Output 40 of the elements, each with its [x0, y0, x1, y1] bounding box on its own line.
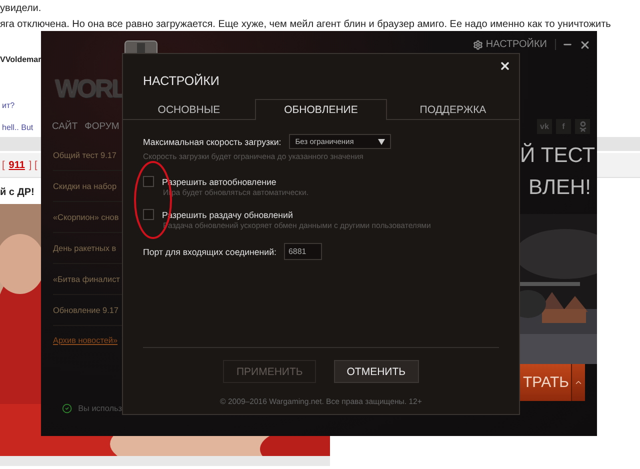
nav-link[interactable]: САЙТ [52, 121, 78, 132]
close-button[interactable] [499, 60, 511, 72]
checkbox[interactable] [143, 209, 154, 220]
person-icon[interactable] [575, 119, 590, 134]
pager-bracket: ] [ [28, 160, 38, 170]
page-link[interactable]: 911 [8, 160, 25, 170]
post-text: яга отключена. Но она все равно загружается. Еще хуже, чем мейл агент блин и браузер амиго. Ее надо именно как то уничтожить [0, 18, 611, 32]
banner-heading: Й ТЕСТ [520, 142, 596, 169]
social-link[interactable]: vk [537, 119, 552, 134]
nav-link[interactable]: ФОРУМ [84, 121, 120, 132]
close-icon [579, 38, 591, 50]
archive-link[interactable]: Архив новостей» [53, 336, 122, 345]
caret-icon [378, 138, 386, 144]
check-icon [62, 401, 72, 416]
tab[interactable]: ОБНОВЛЕНИЕ [255, 99, 387, 120]
post-snippet: ит? [2, 100, 15, 111]
field-label: Максимальная скорость загрузки: [143, 136, 282, 146]
status-text: Вы использ [78, 404, 122, 413]
caret-button[interactable] [571, 364, 585, 401]
post-text: увидели. [0, 2, 42, 16]
social-link[interactable]: f [556, 119, 571, 134]
play-button[interactable]: ТРАТЬ [520, 364, 571, 401]
settings-icon [472, 40, 483, 50]
logo-text: WORL [55, 75, 126, 104]
tab[interactable]: ОСНОВНЫЕ [123, 99, 255, 119]
dialog-title: НАСТРОЙКИ [143, 74, 220, 88]
settings-link[interactable]: НАСТРОЙКИ [472, 39, 556, 50]
banner-heading: ВЛЕН! [527, 175, 592, 201]
field-label: Порт для входящих соединений: [143, 246, 276, 256]
author-name: VVoldemar [0, 54, 42, 66]
close-button[interactable] [579, 38, 591, 50]
close-icon [499, 60, 511, 72]
tab[interactable]: ПОДДЕРЖКА [387, 99, 519, 119]
post-snippet: hell.. But [2, 122, 34, 133]
pager-bracket: [ [2, 160, 5, 170]
cancel-button[interactable]: ОТМЕНИТЬ [334, 360, 419, 383]
checkbox[interactable] [143, 176, 154, 187]
port-field[interactable]: 6881 [284, 243, 322, 260]
caret-icon [574, 378, 583, 387]
greeting-text: й с ДР! [0, 186, 34, 200]
